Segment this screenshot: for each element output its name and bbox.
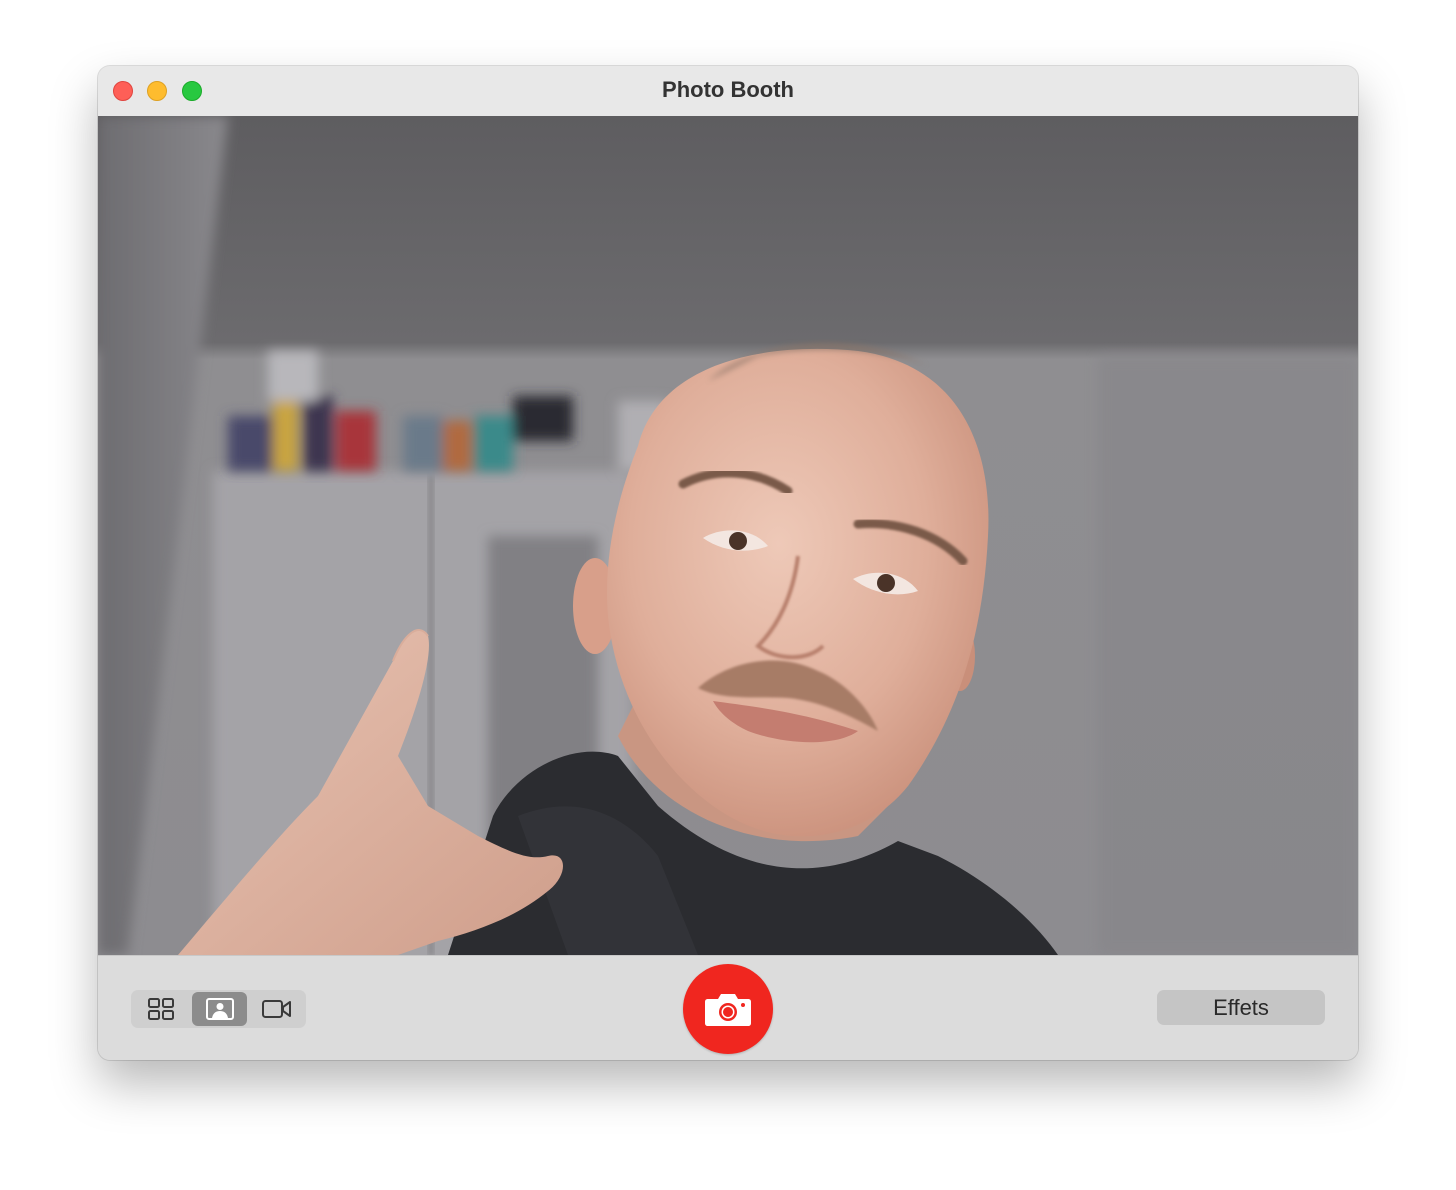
zoom-window-button[interactable] [182,81,202,101]
effects-button[interactable]: Effets [1157,990,1325,1025]
camera-preview [98,116,1358,955]
minimize-window-button[interactable] [147,81,167,101]
camera-icon [705,994,751,1026]
video-mode-button[interactable] [249,992,304,1026]
capture-mode-selector [131,990,306,1028]
single-photo-mode-button[interactable] [192,992,247,1026]
window-title: Photo Booth [662,77,794,102]
single-photo-icon [205,998,234,1020]
bottom-toolbar: Effets [98,955,1358,1060]
camera-feed-image [98,116,1358,955]
take-photo-button[interactable] [683,964,773,1054]
title-bar[interactable]: Photo Booth [98,66,1358,117]
four-photo-mode-button[interactable] [133,992,188,1026]
close-window-button[interactable] [113,81,133,101]
photo-booth-window: Photo Booth Effets [98,66,1358,1060]
video-camera-icon [261,1000,291,1018]
grid-four-icon [147,998,174,1020]
